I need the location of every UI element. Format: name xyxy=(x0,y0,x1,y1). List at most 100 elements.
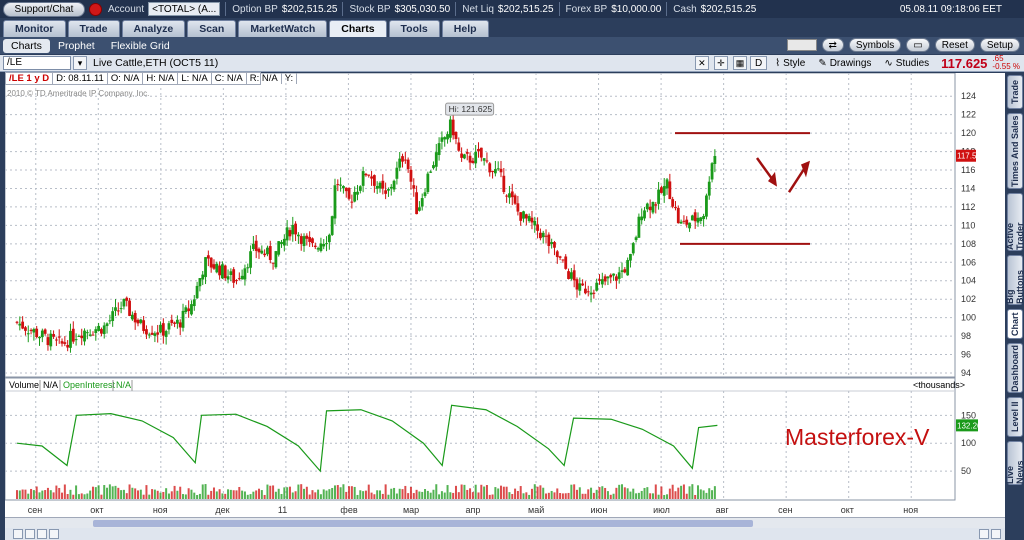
grid-icon[interactable]: ▦ xyxy=(732,56,747,70)
candle-body xyxy=(316,248,320,250)
studies-button[interactable]: ∿ Studies xyxy=(879,56,934,70)
fit-icon[interactable] xyxy=(37,529,47,539)
symbols-button[interactable]: Symbols xyxy=(848,38,902,52)
dropdown-icon[interactable]: ▾ xyxy=(73,56,87,70)
candle-body xyxy=(35,328,39,338)
layout-box[interactable] xyxy=(786,39,817,51)
candle-body xyxy=(32,329,36,333)
zoom-out-icon[interactable] xyxy=(13,529,23,539)
price-chart[interactable]: 1241221201181161141121101081061041021009… xyxy=(5,73,1005,523)
tab-scan[interactable]: Scan xyxy=(187,20,237,37)
candle-body xyxy=(561,259,565,261)
tab-marketwatch[interactable]: MarketWatch xyxy=(238,20,328,37)
candle-body xyxy=(226,276,230,280)
symbol-input[interactable]: /LE xyxy=(3,56,71,70)
volume-bar xyxy=(488,494,491,499)
tab-monitor[interactable]: Monitor xyxy=(3,20,66,37)
volume-bar xyxy=(100,494,103,499)
side-tab-level-ii[interactable]: Level II xyxy=(1007,397,1023,437)
price-tick-label: 104 xyxy=(961,276,976,286)
crosshair-icon[interactable]: ✛ xyxy=(713,56,728,70)
zoom-in-icon[interactable] xyxy=(25,529,35,539)
tab-help[interactable]: Help xyxy=(441,20,489,37)
volume-bar xyxy=(18,490,21,499)
candle-body xyxy=(77,335,81,337)
volume-bar xyxy=(196,494,199,499)
chart-area[interactable]: 1241221201181161141121101081061041021009… xyxy=(5,73,1005,523)
volume-bar xyxy=(508,492,511,499)
volume-bar xyxy=(201,484,204,499)
volume-bar xyxy=(516,490,519,499)
volume-bar xyxy=(525,492,528,499)
candle-body xyxy=(482,158,486,161)
volume-bar xyxy=(364,490,367,499)
candle-body xyxy=(378,182,382,189)
support-chat-button[interactable]: Support/Chat xyxy=(3,1,85,17)
open-interest-label: OpenInterest xyxy=(63,380,116,390)
account-select[interactable]: <TOTAL> (A... xyxy=(148,2,221,16)
subtab-flexible-grid[interactable]: Flexible Grid xyxy=(103,39,178,53)
reset-button[interactable]: Reset xyxy=(934,38,975,52)
watermark-text: Masterforex-V xyxy=(785,424,930,450)
volume-bar xyxy=(398,488,401,499)
tab-tools[interactable]: Tools xyxy=(388,20,440,37)
side-tab-dashboard[interactable]: Dashboard xyxy=(1007,343,1023,393)
candle-body xyxy=(617,272,621,279)
drawings-button[interactable]: ✎ Drawings xyxy=(813,56,876,70)
volume-bar xyxy=(649,493,652,499)
volume-bar xyxy=(305,486,308,499)
tab-trade[interactable]: Trade xyxy=(67,20,120,37)
subtab-prophet[interactable]: Prophet xyxy=(50,39,103,53)
expand-left-icon[interactable] xyxy=(979,529,989,539)
subtab-charts[interactable]: Charts xyxy=(3,38,50,53)
hand-icon[interactable] xyxy=(49,529,59,539)
volume-bar xyxy=(609,494,612,499)
time-scrollbar[interactable] xyxy=(5,517,1005,528)
account-label: Account xyxy=(108,3,145,15)
candle-body xyxy=(440,137,444,142)
link-icon[interactable]: ⇄ xyxy=(821,38,844,52)
symbol-description: Live Cattle,ETH (OCT5 11) xyxy=(93,57,219,69)
side-tab-times-and-sales[interactable]: Times And Sales xyxy=(1007,113,1023,189)
side-tab-active-trader[interactable]: Active Trader xyxy=(1005,193,1024,251)
candle-body xyxy=(493,169,497,174)
volume-bar xyxy=(255,490,258,499)
side-tab-trade[interactable]: Trade xyxy=(1007,75,1023,109)
volume-tick-label: 100 xyxy=(961,438,976,448)
x-tick-label: дек xyxy=(215,505,229,515)
volume-bar xyxy=(446,485,449,499)
price-tick-label: 102 xyxy=(961,294,976,304)
top-account-bar: Support/Chat Account <TOTAL> (A... Optio… xyxy=(0,0,1024,18)
side-tab-chart[interactable]: Chart xyxy=(1007,309,1023,339)
expand-right-icon[interactable] xyxy=(991,529,1001,539)
volume-bar xyxy=(63,484,66,499)
candle-body xyxy=(190,304,193,315)
last-price-label: 117.55 xyxy=(957,152,981,161)
scrollbar-thumb[interactable] xyxy=(93,520,753,527)
volume-bar xyxy=(30,488,33,499)
volume-bar xyxy=(705,492,708,499)
candle-body xyxy=(584,288,587,294)
tools-icon[interactable]: ✕ xyxy=(694,56,709,70)
candle-body xyxy=(508,193,511,198)
period-select[interactable]: D xyxy=(749,56,768,70)
tab-charts[interactable]: Charts xyxy=(329,20,387,37)
price-tick-label: 120 xyxy=(961,128,976,138)
volume-bar xyxy=(500,485,503,499)
printer-icon[interactable]: ▭ xyxy=(906,38,930,52)
volume-bar xyxy=(367,484,370,499)
side-tab-live-news[interactable]: Live News xyxy=(1005,441,1024,485)
candle-body xyxy=(629,254,632,261)
setup-button[interactable]: Setup xyxy=(979,38,1020,52)
candle-body xyxy=(668,181,672,200)
volume-bar xyxy=(584,493,587,499)
candle-body xyxy=(384,190,388,194)
candle-body xyxy=(347,188,351,199)
side-tab-big-buttons[interactable]: Big Buttons xyxy=(1005,255,1024,305)
style-button[interactable]: ⌇ Style xyxy=(770,56,810,70)
candle-body xyxy=(626,260,630,276)
tab-analyze[interactable]: Analyze xyxy=(121,20,186,37)
candle-body xyxy=(544,235,548,237)
alert-icon[interactable] xyxy=(89,2,102,16)
candle-body xyxy=(502,175,506,193)
